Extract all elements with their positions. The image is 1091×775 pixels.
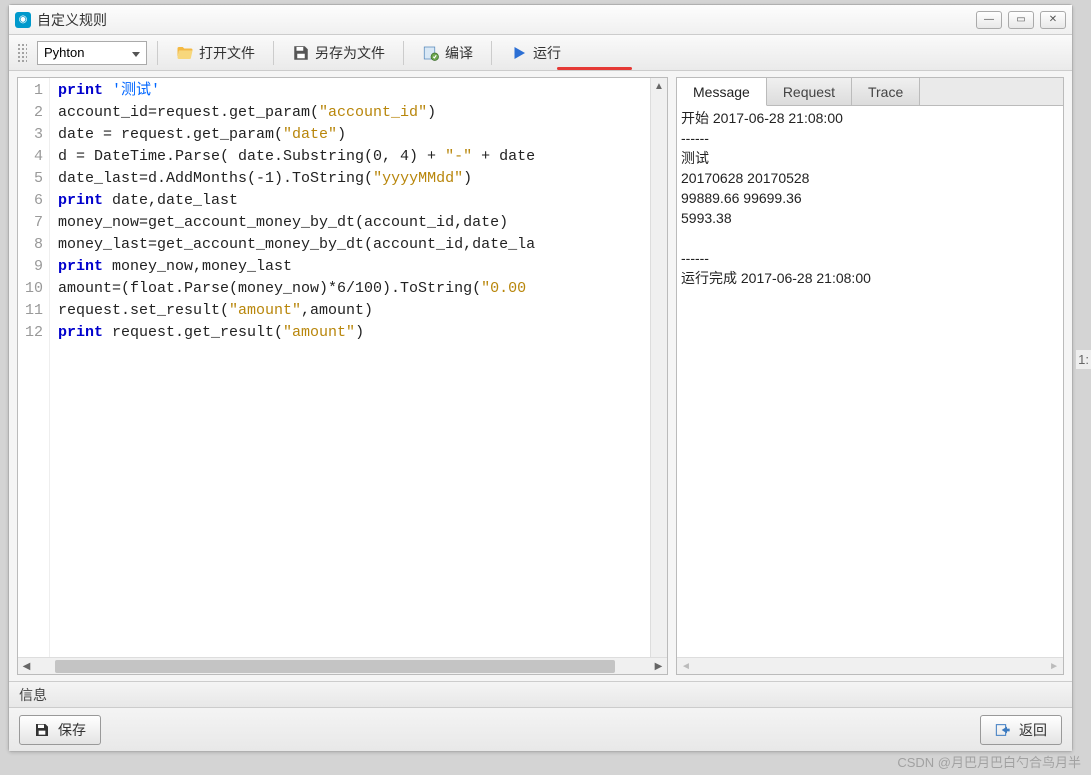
close-button[interactable]: ✕ — [1040, 11, 1066, 29]
minimize-button[interactable]: — — [976, 11, 1002, 29]
compile-button[interactable]: 编译 — [414, 40, 481, 66]
content-area: 123456789101112 print '测试'account_id=req… — [9, 71, 1072, 681]
play-icon — [510, 44, 528, 62]
back-label: 返回 — [1019, 720, 1047, 740]
info-label: 信息 — [19, 685, 47, 705]
open-file-button[interactable]: 打开文件 — [168, 40, 263, 66]
language-value: Pyhton — [44, 45, 84, 60]
titlebar[interactable]: ◉ 自定义规则 — ▭ ✕ — [9, 5, 1072, 35]
compile-icon — [422, 44, 440, 62]
line-gutter: 123456789101112 — [18, 78, 50, 657]
side-fragment: 1: — [1076, 350, 1091, 369]
back-button[interactable]: 返回 — [980, 715, 1062, 745]
save-button[interactable]: 保存 — [19, 715, 101, 745]
save-label: 保存 — [58, 720, 86, 740]
save-as-button[interactable]: 另存为文件 — [284, 40, 393, 66]
disk-icon — [34, 722, 50, 738]
compile-label: 编译 — [445, 43, 473, 63]
open-file-label: 打开文件 — [199, 43, 255, 63]
output-panel: Message Request Trace 开始 2017-06-28 21:0… — [676, 77, 1064, 675]
save-icon — [292, 44, 310, 62]
back-arrow-icon — [995, 722, 1011, 738]
window-title: 自定义规则 — [37, 10, 976, 30]
editor-hscrollbar[interactable]: ◀ ▶ — [18, 657, 667, 674]
output-tabs: Message Request Trace — [677, 78, 1063, 106]
hscroll-thumb[interactable] — [55, 660, 615, 673]
tab-message[interactable]: Message — [677, 78, 767, 106]
run-highlight — [557, 67, 632, 70]
main-window: ◉ 自定义规则 — ▭ ✕ Pyhton 打开文件 另存为文件 — [8, 4, 1073, 752]
app-icon: ◉ — [15, 12, 31, 28]
output-hscrollbar[interactable]: ◄► — [677, 657, 1063, 674]
code-area[interactable]: print '测试'account_id=request.get_param("… — [50, 78, 667, 657]
run-button[interactable]: 运行 — [502, 40, 569, 66]
folder-open-icon — [176, 44, 194, 62]
maximize-button[interactable]: ▭ — [1008, 11, 1034, 29]
editor-vscrollbar[interactable]: ▲ — [650, 78, 667, 657]
language-select[interactable]: Pyhton — [37, 41, 147, 65]
footer: 保存 返回 — [9, 707, 1072, 751]
toolbar: Pyhton 打开文件 另存为文件 编译 运行 — [9, 35, 1072, 71]
run-label: 运行 — [533, 43, 561, 63]
output-text[interactable]: 开始 2017-06-28 21:08:00 ------ 测试 2017062… — [677, 106, 1063, 657]
tab-request[interactable]: Request — [767, 78, 852, 105]
save-as-label: 另存为文件 — [315, 43, 385, 63]
toolbar-grip[interactable] — [17, 43, 27, 63]
code-editor[interactable]: 123456789101112 print '测试'account_id=req… — [17, 77, 668, 675]
tab-trace[interactable]: Trace — [852, 78, 920, 105]
watermark: CSDN @月巴月巴白勺合鸟月半 — [897, 752, 1081, 771]
info-bar: 信息 — [9, 681, 1072, 707]
